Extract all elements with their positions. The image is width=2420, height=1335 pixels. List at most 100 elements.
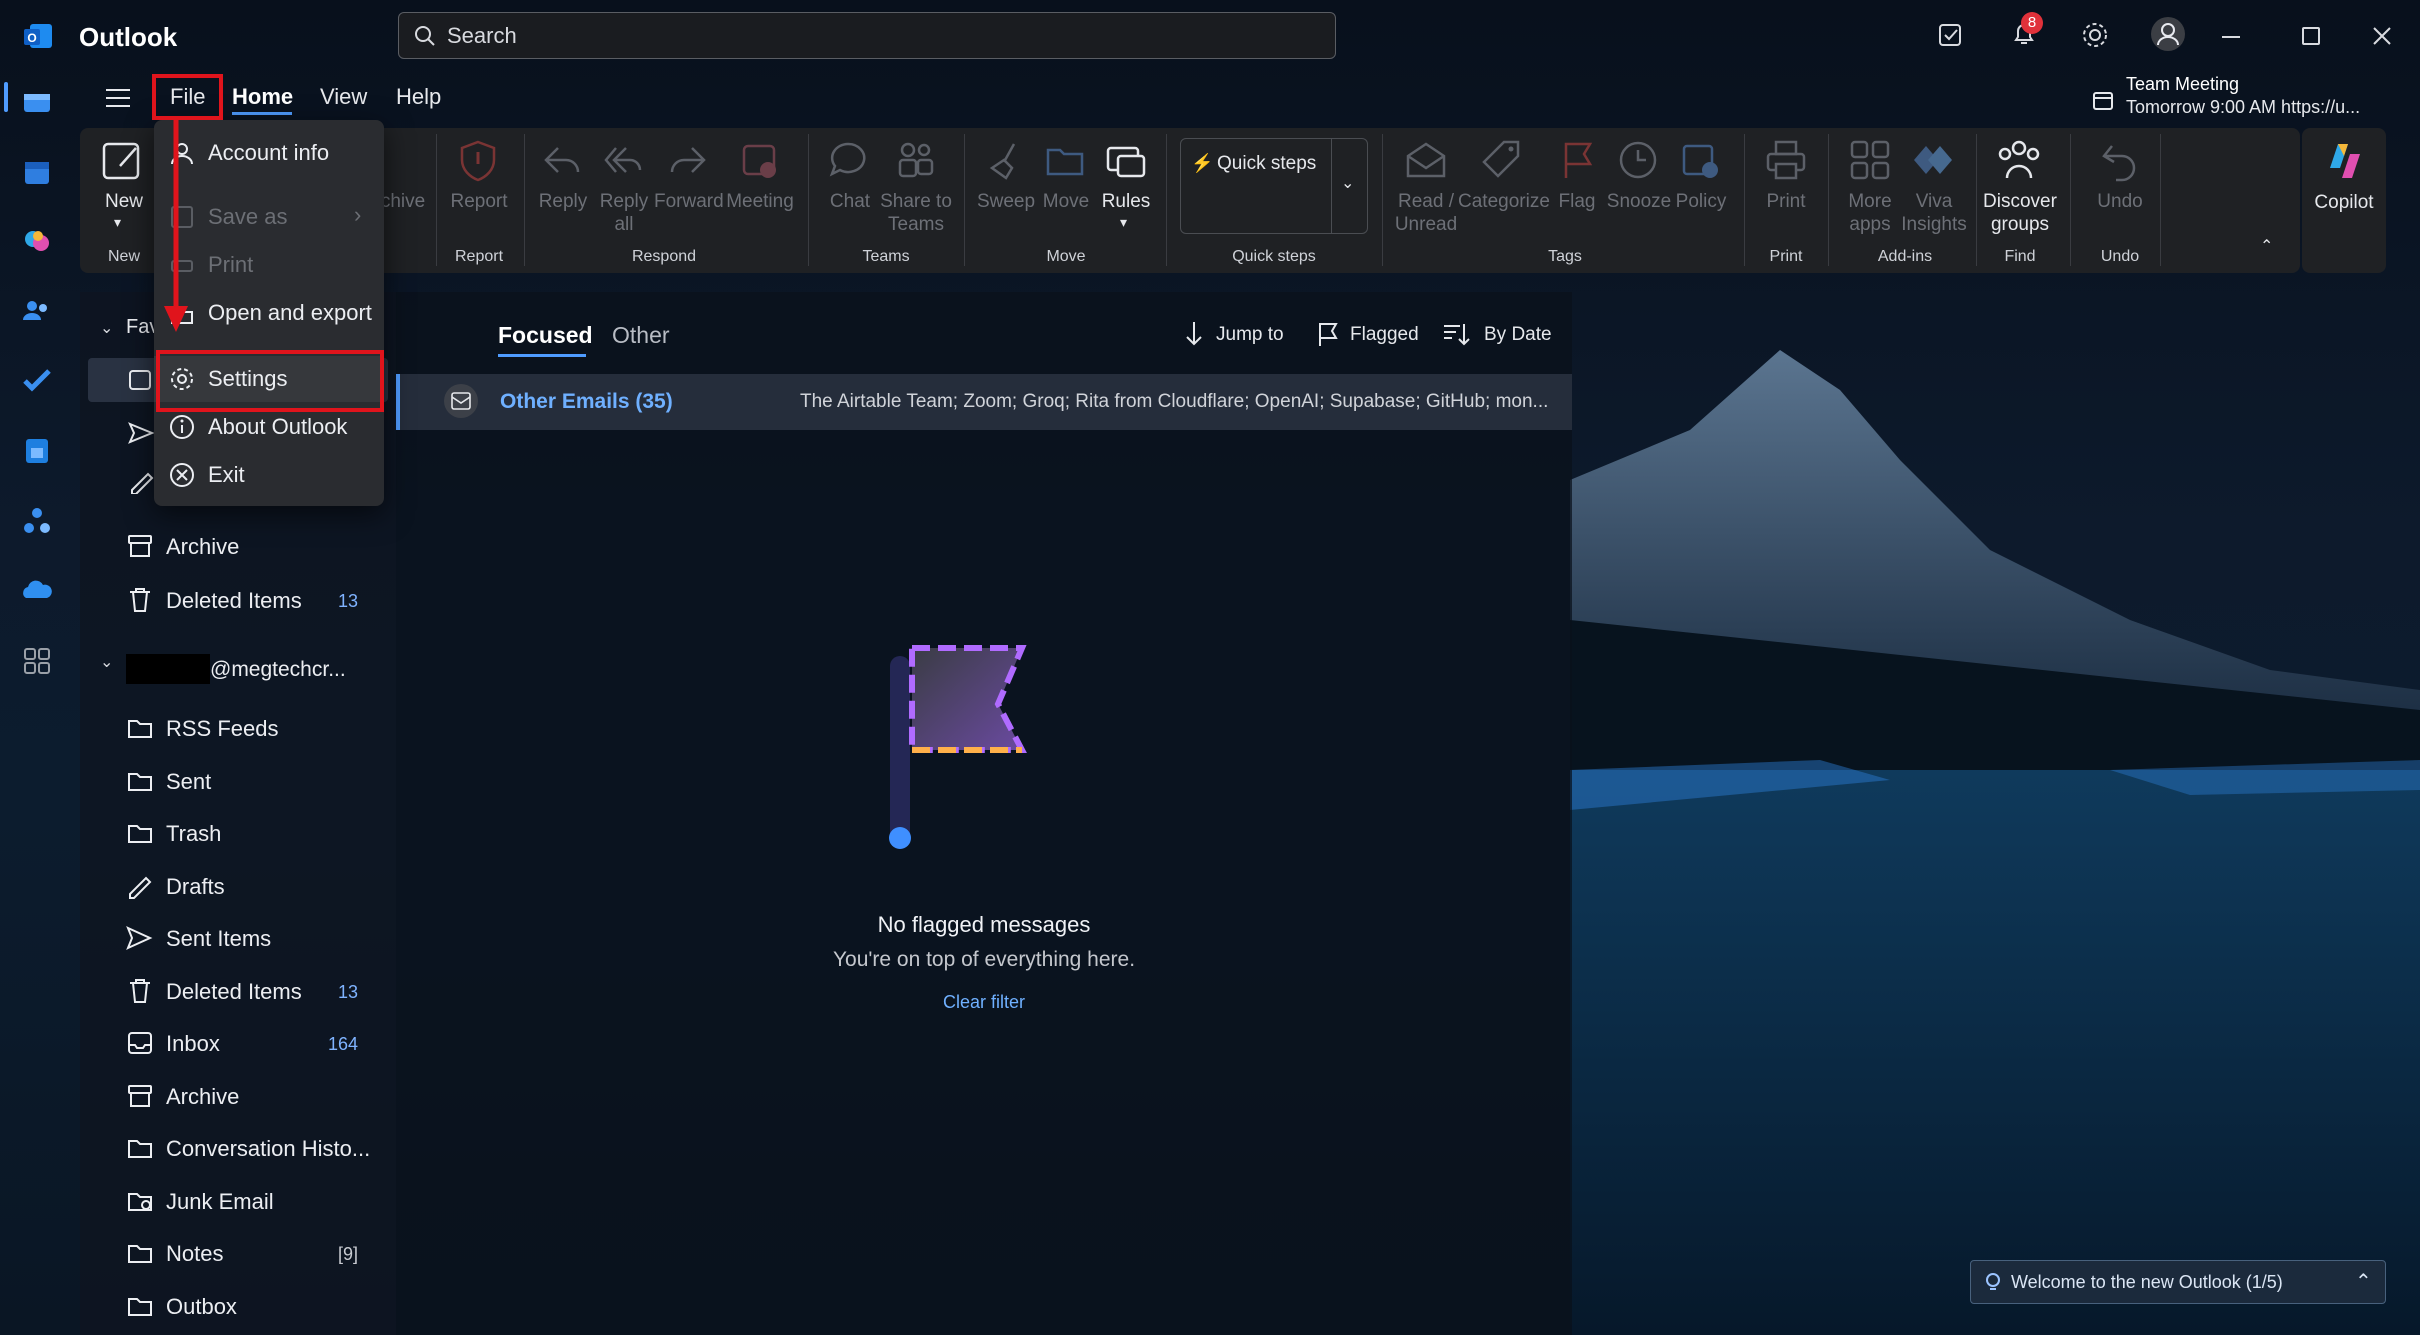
move-folder-icon[interactable]: [1044, 138, 1088, 182]
new-button[interactable]: New: [96, 190, 152, 213]
mail-app-icon[interactable]: [18, 84, 56, 122]
todo-icon[interactable]: [1936, 20, 1966, 50]
snooze-button[interactable]: Snooze: [1604, 190, 1674, 213]
report-button[interactable]: Report: [440, 190, 518, 213]
profile-avatar-icon[interactable]: [2150, 16, 2186, 52]
clear-filter-link[interactable]: Clear filter: [396, 992, 1572, 1013]
quick-steps-chevron-icon[interactable]: ⌄: [1341, 173, 1354, 193]
tab-focused[interactable]: Focused: [498, 322, 593, 349]
tab-other[interactable]: Other: [612, 322, 670, 349]
forward-icon[interactable]: [666, 138, 710, 182]
account-header[interactable]: @megtechcr...: [210, 658, 346, 682]
menu-item-exit[interactable]: Exit: [154, 452, 384, 498]
calendar-app-icon[interactable]: [18, 154, 56, 192]
rules-button[interactable]: Rules: [1096, 190, 1156, 213]
share-to-teams-button[interactable]: Share to Teams: [878, 190, 954, 236]
folder-item[interactable]: Outbox: [80, 1284, 396, 1328]
jump-to-button[interactable]: Jump to: [1216, 324, 1284, 346]
snooze-clock-icon[interactable]: [1616, 138, 1660, 182]
quick-steps-gallery[interactable]: ⚡ Quick steps ⌄: [1180, 138, 1368, 234]
undo-icon[interactable]: [2098, 138, 2142, 182]
favorites-chevron-icon[interactable]: ⌄: [100, 318, 113, 338]
onedrive-app-icon[interactable]: [18, 572, 56, 610]
folder-item[interactable]: Drafts: [80, 864, 396, 908]
discover-groups-icon[interactable]: [1996, 138, 2042, 182]
collapse-ribbon-chevron-icon[interactable]: ⌃: [2260, 236, 2273, 256]
reminder-title[interactable]: Team Meeting: [2126, 74, 2239, 95]
undo-button[interactable]: Undo: [2090, 190, 2150, 213]
new-dropdown-chevron-icon[interactable]: ▾: [114, 214, 121, 231]
folder-item[interactable]: Notes [9]: [80, 1231, 396, 1275]
print-button[interactable]: Print: [1756, 190, 1816, 213]
flag-icon[interactable]: [1556, 138, 1600, 182]
toast-collapse-chevron-icon[interactable]: ⌃: [2355, 1269, 2372, 1294]
categorize-button[interactable]: Categorize: [1458, 190, 1550, 213]
flagged-filter-button[interactable]: Flagged: [1350, 324, 1419, 346]
more-apps-button[interactable]: More apps: [1838, 190, 1902, 236]
folder-item[interactable]: RSS Feeds: [80, 706, 396, 750]
people-app-icon[interactable]: [18, 292, 56, 330]
meeting-button[interactable]: Meeting: [722, 190, 798, 213]
tab-view[interactable]: View: [320, 84, 367, 110]
meeting-reply-icon[interactable]: [738, 138, 782, 182]
sweep-button[interactable]: Sweep: [974, 190, 1038, 213]
archive-button-partial[interactable]: chive: [378, 190, 428, 213]
welcome-toast[interactable]: Welcome to the new Outlook (1/5) ⌃: [1970, 1260, 2386, 1304]
more-apps-icon[interactable]: [18, 642, 56, 680]
copilot-app-icon[interactable]: [18, 222, 56, 260]
reply-all-button[interactable]: Reply all: [598, 190, 650, 236]
share-to-teams-icon[interactable]: [894, 138, 938, 182]
copilot-ribbon-panel[interactable]: Copilot: [2302, 128, 2386, 273]
reply-button[interactable]: Reply: [530, 190, 596, 213]
sweep-icon[interactable]: [984, 138, 1028, 182]
other-emails-row[interactable]: Other Emails (35) The Airtable Team; Zoo…: [396, 374, 1572, 430]
folder-item[interactable]: Conversation Histo...: [80, 1126, 396, 1170]
folder-item[interactable]: Junk Email: [80, 1179, 396, 1223]
rules-dropdown-chevron-icon[interactable]: ▾: [1120, 214, 1127, 231]
tab-help[interactable]: Help: [396, 84, 441, 110]
favorite-archive[interactable]: Archive: [80, 524, 396, 568]
flag-button[interactable]: Flag: [1548, 190, 1606, 213]
org-app-icon[interactable]: [18, 502, 56, 540]
policy-icon[interactable]: [1678, 138, 1722, 182]
copilot-logo-icon: [2330, 144, 2360, 178]
report-shield-icon[interactable]: [456, 138, 500, 184]
folder-item[interactable]: Trash: [80, 811, 396, 855]
folder-item[interactable]: Inbox 164: [80, 1021, 396, 1065]
move-button[interactable]: Move: [1036, 190, 1096, 213]
rules-icon[interactable]: [1104, 138, 1148, 182]
folder-item[interactable]: Archive: [80, 1074, 396, 1118]
folder-item[interactable]: Deleted Items 13: [80, 969, 396, 1013]
search-box[interactable]: Search: [398, 12, 1336, 59]
chat-icon[interactable]: [826, 138, 870, 182]
forward-button[interactable]: Forward: [654, 190, 724, 213]
categorize-tag-icon[interactable]: [1480, 138, 1524, 182]
tab-home[interactable]: Home: [232, 84, 293, 110]
discover-groups-button[interactable]: Discover groups: [1980, 190, 2060, 236]
favorite-deleted-items[interactable]: Deleted Items 13: [80, 578, 396, 622]
reminder-detail[interactable]: Tomorrow 9:00 AM https://u...: [2126, 97, 2360, 118]
minimize-button[interactable]: [2222, 36, 2240, 38]
chat-button[interactable]: Chat: [822, 190, 878, 213]
viva-insights-button[interactable]: Viva Insights: [1900, 190, 1968, 236]
todo-app-icon[interactable]: [18, 362, 56, 400]
more-apps-ribbon-icon[interactable]: [1848, 138, 1892, 182]
print-icon[interactable]: [1764, 138, 1808, 182]
read-unread-icon[interactable]: [1404, 138, 1448, 182]
account-chevron-icon[interactable]: ⌄: [100, 652, 113, 672]
new-mail-icon[interactable]: [100, 138, 146, 184]
gear-icon[interactable]: [2080, 20, 2110, 50]
reply-all-icon[interactable]: [602, 138, 646, 182]
maximize-button[interactable]: [2302, 27, 2320, 45]
folder-item[interactable]: Sent: [80, 759, 396, 803]
viva-insights-icon[interactable]: [1910, 138, 1954, 182]
folder-item[interactable]: Sent Items: [80, 916, 396, 960]
sort-by-date-button[interactable]: By Date: [1484, 324, 1552, 346]
read-unread-button[interactable]: Read / Unread: [1390, 190, 1462, 236]
policy-button[interactable]: Policy: [1670, 190, 1732, 213]
close-button[interactable]: [2372, 26, 2392, 46]
hamburger-menu-icon[interactable]: [104, 86, 132, 110]
menu-item-label: Account info: [208, 140, 330, 165]
reply-icon[interactable]: [540, 138, 584, 182]
bookings-app-icon[interactable]: [18, 432, 56, 470]
